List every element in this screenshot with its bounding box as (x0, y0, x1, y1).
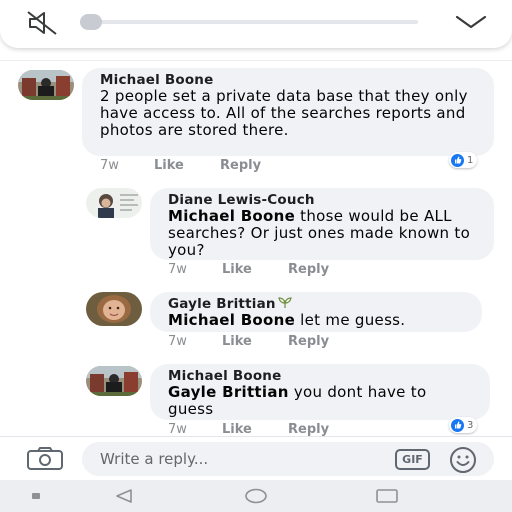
comment-timestamp: 7w (168, 334, 187, 349)
avatar[interactable] (86, 188, 142, 218)
recents-icon[interactable] (375, 488, 399, 504)
emoji-icon[interactable] (448, 445, 478, 475)
comment-author[interactable]: Diane Lewis-Couch (168, 192, 480, 208)
comment-author[interactable]: Michael Boone (100, 72, 480, 88)
comment-bubble[interactable]: Michael Boone 2 people set a private dat… (82, 68, 494, 156)
avatar[interactable] (86, 292, 142, 326)
comment-actions: 7w Like Reply (100, 158, 300, 174)
comment-actions: 7w Like Reply (168, 262, 368, 278)
comment-text: 2 people set a private data base that th… (100, 87, 468, 139)
reaction-count: 1 (467, 154, 474, 166)
reaction-count: 3 (467, 419, 474, 431)
dot-icon (32, 493, 40, 499)
reply-input[interactable] (82, 442, 494, 476)
mention-link[interactable]: Michael Boone (168, 207, 295, 225)
camera-icon[interactable] (26, 447, 64, 471)
like-link[interactable]: Like (222, 334, 252, 349)
comment-text: let me guess. (295, 311, 406, 329)
comment-bubble[interactable]: Michael Boone Gayle Brittian you dont ha… (150, 364, 490, 420)
mention-link[interactable]: Gayle Brittian (168, 383, 289, 401)
comment-actions: 7w Like Reply (168, 422, 368, 436)
video-scrubber-track[interactable] (80, 20, 418, 24)
comment-text-wrap: Michael Boone those would be ALL searche… (168, 208, 480, 259)
mention-link[interactable]: Michael Boone (168, 311, 295, 329)
mute-icon[interactable] (26, 10, 58, 36)
like-link[interactable]: Like (222, 262, 252, 277)
thumbs-up-icon (451, 153, 464, 167)
reply-composer: GIF (0, 436, 512, 480)
leaf-icon (277, 297, 292, 308)
comment-author[interactable]: Gayle Brittian (168, 296, 276, 312)
avatar[interactable] (86, 366, 142, 396)
comment-bubble[interactable]: Gayle Brittian Michael Boone let me gues… (150, 292, 482, 332)
thumbs-up-icon (451, 418, 464, 432)
gif-button[interactable]: GIF (395, 449, 430, 470)
reply-link[interactable]: Reply (220, 158, 261, 173)
system-nav-bar (0, 480, 512, 512)
reply-link[interactable]: Reply (288, 334, 329, 349)
author-row: Gayle Brittian (168, 296, 468, 312)
home-icon[interactable] (244, 488, 268, 504)
back-icon[interactable] (114, 488, 134, 504)
reply-link[interactable]: Reply (288, 422, 329, 436)
comment-author[interactable]: Michael Boone (168, 368, 476, 384)
comment-text-wrap: Gayle Brittian you dont have to guess (168, 384, 476, 418)
reply-link[interactable]: Reply (288, 262, 329, 277)
comment-thread: Michael Boone 2 people set a private dat… (0, 48, 512, 436)
video-scrubber-thumb[interactable] (80, 14, 102, 30)
avatar[interactable] (18, 70, 74, 100)
comment-text-wrap: Michael Boone let me guess. (168, 312, 468, 329)
comment-bubble[interactable]: Diane Lewis-Couch Michael Boone those wo… (150, 188, 494, 260)
like-link[interactable]: Like (154, 158, 184, 173)
comment-timestamp: 7w (100, 158, 119, 173)
like-link[interactable]: Like (222, 422, 252, 436)
reaction-count-badge[interactable]: 3 (449, 417, 478, 433)
comment-timestamp: 7w (168, 262, 187, 277)
reaction-count-badge[interactable]: 1 (449, 152, 478, 168)
divider (0, 60, 512, 61)
video-media-bar (0, 0, 512, 48)
comment-timestamp: 7w (168, 422, 187, 436)
chevron-down-icon[interactable] (454, 12, 488, 32)
comment-actions: 7w Like Reply (168, 334, 368, 350)
